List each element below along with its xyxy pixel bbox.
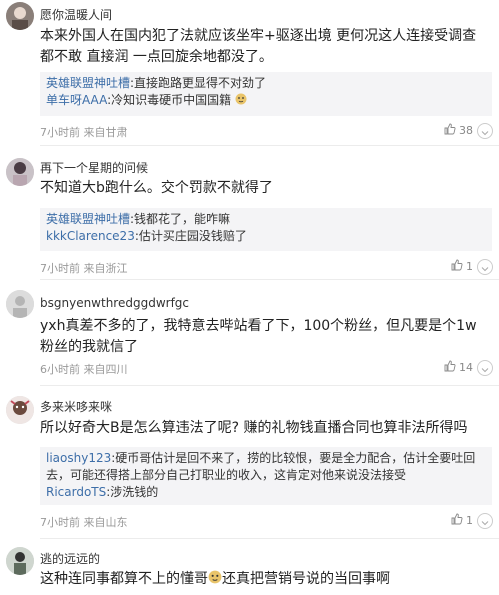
reply-username[interactable]: 英雄联盟神吐槽 bbox=[46, 76, 130, 90]
reply-username[interactable]: liaoshy123 bbox=[46, 451, 111, 465]
comment-location: 来自甘肃 bbox=[83, 126, 128, 139]
like-button[interactable]: 14 bbox=[444, 360, 473, 375]
reply-text: :冷知识毒硬币中国国籍 bbox=[107, 93, 232, 107]
comment-text-part: 还真把营销号说的当回事啊 bbox=[222, 571, 390, 587]
comment-location: 来自四川 bbox=[83, 363, 128, 376]
comment-location: 来自浙江 bbox=[83, 262, 128, 275]
thumb-up-icon bbox=[451, 259, 463, 274]
comment-username[interactable]: 再下一个星期的问候 bbox=[40, 159, 148, 176]
comment-text: 所以好奇大B是怎么算违法了呢? 赚的礼物钱直播合同也算非法所得吗 bbox=[40, 420, 468, 436]
thumb-up-icon bbox=[451, 513, 463, 528]
like-count: 1 bbox=[466, 514, 473, 527]
comment-text: 不知道大b跑什么。交个罚款不就得了 bbox=[40, 180, 273, 196]
comment-meta: 7小时前 来自山东 bbox=[40, 514, 128, 530]
chevron-down-icon bbox=[481, 258, 489, 277]
reply-username[interactable]: 英雄联盟神吐槽 bbox=[46, 212, 130, 226]
comment-text: yxh真差不多的了，我特意去哔站看了下，100个粉丝，但凡要是个1w粉丝的我就信… bbox=[40, 318, 477, 355]
comment-text: 本来外国人在国内犯了法就应该坐牢+驱逐出境 更何况这人连接受调查都不敢 直接润 … bbox=[40, 28, 477, 65]
doge-emoji-icon bbox=[208, 570, 222, 584]
comment-3: bsgnyenwthredggdwrfgc yxh真差不多的了，我特意去哔站看了… bbox=[0, 280, 499, 386]
like-button[interactable]: 1 bbox=[451, 513, 473, 528]
thumb-up-icon bbox=[444, 360, 456, 375]
comment-username[interactable]: 多来米哆来咪 bbox=[40, 398, 112, 415]
avatar[interactable] bbox=[6, 158, 34, 186]
chevron-down-icon bbox=[481, 512, 489, 531]
reply-text: :估计买庄园没钱赔了 bbox=[134, 229, 247, 243]
comment-text: 这种连同事都算不上的懂哥 还真把营销号说的当回事啊 bbox=[40, 569, 490, 590]
chevron-down-icon bbox=[481, 122, 489, 141]
reply-username[interactable]: 单车呀AAA bbox=[46, 93, 107, 107]
reply-item[interactable]: 单车呀AAA:冷知识毒硬币中国国籍 bbox=[46, 92, 486, 109]
avatar[interactable] bbox=[6, 547, 34, 575]
more-button[interactable] bbox=[477, 259, 493, 275]
chevron-down-icon bbox=[481, 359, 489, 378]
thumb-up-icon bbox=[444, 123, 456, 138]
more-button[interactable] bbox=[477, 123, 493, 139]
comment-username[interactable]: 逃的远远的 bbox=[40, 550, 100, 567]
comment-4: 多来米哆来咪 所以好奇大B是怎么算违法了呢? 赚的礼物钱直播合同也算非法所得吗 … bbox=[0, 386, 499, 539]
reply-item[interactable]: kkkClarence23:估计买庄园没钱赔了 bbox=[46, 228, 486, 245]
comment-2: 再下一个星期的问候 不知道大b跑什么。交个罚款不就得了 英雄联盟神吐槽:钱都花了… bbox=[0, 146, 499, 280]
reply-text: :直接跑路更显得不对劲了 bbox=[130, 76, 267, 90]
avatar[interactable] bbox=[6, 290, 34, 318]
comment-meta: 6小时前 来自四川 bbox=[40, 361, 128, 377]
comment-text-part: 这种连同事都算不上的懂哥 bbox=[40, 571, 208, 587]
like-count: 14 bbox=[459, 361, 473, 374]
comment-time: 7小时前 bbox=[40, 262, 80, 275]
reply-item[interactable]: liaoshy123:硬币哥估计是回不来了，捞的比较恨，要是全力配合，估计全要吐… bbox=[46, 450, 486, 484]
reply-box[interactable]: 英雄联盟神吐槽:钱都花了，能咋嘛 kkkClarence23:估计买庄园没钱赔了 bbox=[40, 208, 492, 251]
reply-item[interactable]: 英雄联盟神吐槽:钱都花了，能咋嘛 bbox=[46, 211, 486, 228]
reply-box[interactable]: liaoshy123:硬币哥估计是回不来了，捞的比较恨，要是全力配合，估计全要吐… bbox=[40, 447, 492, 505]
reply-text: :涉洗钱的 bbox=[106, 485, 159, 499]
avatar[interactable] bbox=[6, 396, 34, 424]
avatar[interactable] bbox=[6, 2, 34, 30]
comment-username[interactable]: 愿你温暖人间 bbox=[40, 6, 112, 23]
reply-text: :钱都花了，能咋嘛 bbox=[130, 212, 231, 226]
more-button[interactable] bbox=[477, 513, 493, 529]
comment-username[interactable]: bsgnyenwthredggdwrfgc bbox=[40, 296, 189, 310]
doge-emoji-icon bbox=[235, 93, 247, 105]
like-count: 38 bbox=[459, 124, 473, 137]
comment-time: 6小时前 bbox=[40, 363, 80, 376]
comment-1: 愿你温暖人间 本来外国人在国内犯了法就应该坐牢+驱逐出境 更何况这人连接受调查都… bbox=[0, 0, 499, 146]
comment-time: 7小时前 bbox=[40, 516, 80, 529]
like-count: 1 bbox=[466, 260, 473, 273]
more-button[interactable] bbox=[477, 360, 493, 376]
like-button[interactable]: 38 bbox=[444, 123, 473, 138]
comment-meta: 7小时前 来自甘肃 bbox=[40, 124, 128, 140]
reply-item[interactable]: RicardoTS:涉洗钱的 bbox=[46, 484, 486, 501]
comment-location: 来自山东 bbox=[83, 516, 128, 529]
reply-box[interactable]: 英雄联盟神吐槽:直接跑路更显得不对劲了 单车呀AAA:冷知识毒硬币中国国籍 bbox=[40, 72, 492, 116]
reply-item[interactable]: 英雄联盟神吐槽:直接跑路更显得不对劲了 bbox=[46, 75, 486, 92]
reply-username[interactable]: RicardoTS bbox=[46, 485, 106, 499]
comment-time: 7小时前 bbox=[40, 126, 80, 139]
reply-text: :硬币哥估计是回不来了，捞的比较恨，要是全力配合，估计全要吐回去，可能还得搭上部… bbox=[46, 451, 476, 482]
reply-username[interactable]: kkkClarence23 bbox=[46, 229, 135, 243]
comment-meta: 7小时前 来自浙江 bbox=[40, 260, 128, 276]
comment-5: 逃的远远的 这种连同事都算不上的懂哥 还真把营销号说的当回事啊 bbox=[0, 539, 499, 595]
like-button[interactable]: 1 bbox=[451, 259, 473, 274]
